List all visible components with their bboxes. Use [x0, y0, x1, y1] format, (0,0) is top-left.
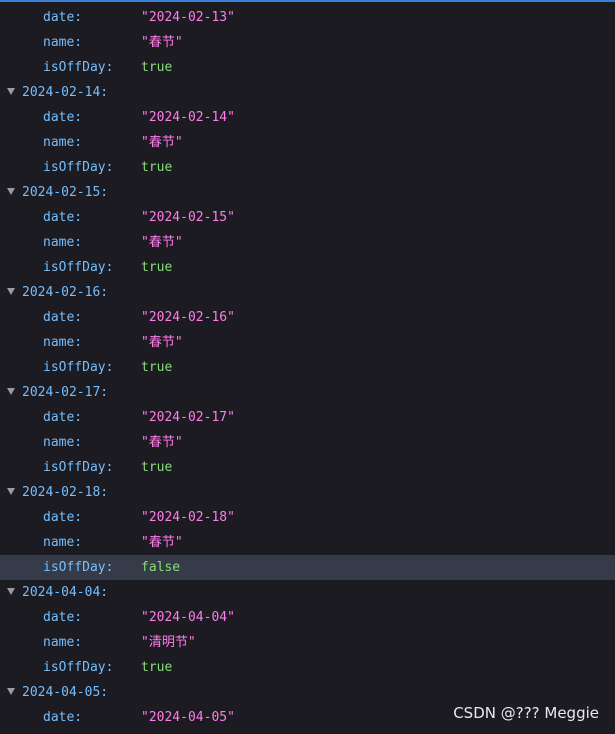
field-value: true: [141, 360, 173, 375]
tree-row-field[interactable]: isOffDay: true: [0, 255, 615, 280]
tree-row-field[interactable]: date: "2024-02-14": [0, 105, 615, 130]
tree-row-group[interactable]: 2024-02-17:: [0, 380, 615, 405]
field-key: name:: [43, 35, 83, 50]
field-value: "春节": [141, 35, 183, 50]
tree-row-group[interactable]: 2024-02-14:: [0, 80, 615, 105]
object-key: 2024-04-05:: [22, 685, 109, 700]
field-value: "2024-04-05": [141, 710, 235, 725]
field-key: isOffDay:: [43, 360, 114, 375]
tree-row-field[interactable]: name: "清明节": [0, 630, 615, 655]
field-value: "春节": [141, 235, 183, 250]
tree-row-field[interactable]: name: "春节": [0, 430, 615, 455]
tree-row-field[interactable]: date: "2024-02-18": [0, 505, 615, 530]
json-viewer: 2024-02-13:date:"2024-02-13"name:"春节"isO…: [0, 0, 615, 730]
tree-row-group[interactable]: 2024-04-04:: [0, 580, 615, 605]
object-key: 2024-04-04:: [22, 585, 109, 600]
tree-row-field[interactable]: isOffDay: true: [0, 355, 615, 380]
tree-row-field[interactable]: name: "春节": [0, 30, 615, 55]
field-value: "2024-02-18": [141, 510, 235, 525]
field-value: true: [141, 160, 173, 175]
field-key: date:: [43, 310, 83, 325]
field-value: false: [141, 560, 181, 575]
field-key: isOffDay:: [43, 460, 114, 475]
field-key: date:: [43, 410, 83, 425]
field-key: name:: [43, 135, 83, 150]
chevron-down-icon[interactable]: [7, 288, 15, 295]
field-value: true: [141, 460, 173, 475]
tree-row-group[interactable]: 2024-02-15:: [0, 180, 615, 205]
tree-row-field[interactable]: isOffDay: true: [0, 55, 615, 80]
field-key: isOffDay:: [43, 160, 114, 175]
field-value: "春节": [141, 435, 183, 450]
chevron-down-icon[interactable]: [7, 488, 15, 495]
tree-row-field[interactable]: name: "春节": [0, 230, 615, 255]
chevron-down-icon[interactable]: [7, 588, 15, 595]
field-key: date:: [43, 110, 83, 125]
tree-row-group[interactable]: 2024-02-18:: [0, 480, 615, 505]
field-key: isOffDay:: [43, 60, 114, 75]
tree-row-field[interactable]: date: "2024-04-04": [0, 605, 615, 630]
field-key: name:: [43, 535, 83, 550]
focus-border: [0, 0, 615, 2]
field-key: date:: [43, 510, 83, 525]
chevron-down-icon[interactable]: [7, 88, 15, 95]
tree-row-field[interactable]: isOffDay: true: [0, 655, 615, 680]
field-key: date:: [43, 10, 83, 25]
tree-row-field[interactable]: name: "春节": [0, 130, 615, 155]
object-key: 2024-02-16:: [22, 285, 109, 300]
field-value: "2024-02-14": [141, 110, 235, 125]
field-value: "2024-02-15": [141, 210, 235, 225]
field-value: "清明节": [141, 635, 196, 650]
tree-row-field[interactable]: date: "2024-02-16": [0, 305, 615, 330]
tree-row-field[interactable]: date: "2024-02-17": [0, 405, 615, 430]
tree-row-field[interactable]: isOffDay: true: [0, 455, 615, 480]
field-key: date:: [43, 210, 83, 225]
chevron-down-icon[interactable]: [7, 388, 15, 395]
watermark-text: CSDN @??? Meggie: [453, 704, 599, 722]
field-key: name:: [43, 335, 83, 350]
field-key: date:: [43, 610, 83, 625]
object-key: 2024-02-15:: [22, 185, 109, 200]
tree-row-field[interactable]: isOffDay: false: [0, 555, 615, 580]
field-value: "2024-02-13": [141, 10, 235, 25]
tree-row-field[interactable]: date: "2024-02-13": [0, 5, 615, 30]
object-key: 2024-02-17:: [22, 385, 109, 400]
field-value: "春节": [141, 535, 183, 550]
tree-row-field[interactable]: isOffDay: true: [0, 155, 615, 180]
field-value: "2024-04-04": [141, 610, 235, 625]
field-value: "春节": [141, 335, 183, 350]
field-key: isOffDay:: [43, 560, 114, 575]
field-key: isOffDay:: [43, 260, 114, 275]
field-key: date:: [43, 710, 83, 725]
tree-row-group[interactable]: 2024-04-05:: [0, 680, 615, 705]
field-value: "2024-02-16": [141, 310, 235, 325]
field-value: "2024-02-17": [141, 410, 235, 425]
tree-row-group[interactable]: 2024-02-16:: [0, 280, 615, 305]
field-key: name:: [43, 235, 83, 250]
object-key: 2024-02-18:: [22, 485, 109, 500]
chevron-down-icon[interactable]: [7, 188, 15, 195]
field-value: "春节": [141, 135, 183, 150]
field-key: name:: [43, 435, 83, 450]
field-value: true: [141, 260, 173, 275]
chevron-down-icon[interactable]: [7, 688, 15, 695]
object-key: 2024-02-14:: [22, 85, 109, 100]
field-key: name:: [43, 635, 83, 650]
tree-row-field[interactable]: name: "春节": [0, 530, 615, 555]
field-value: true: [141, 60, 173, 75]
tree-row-field[interactable]: name: "春节": [0, 330, 615, 355]
field-value: true: [141, 660, 173, 675]
tree-row-field[interactable]: date: "2024-02-15": [0, 205, 615, 230]
field-key: isOffDay:: [43, 660, 114, 675]
